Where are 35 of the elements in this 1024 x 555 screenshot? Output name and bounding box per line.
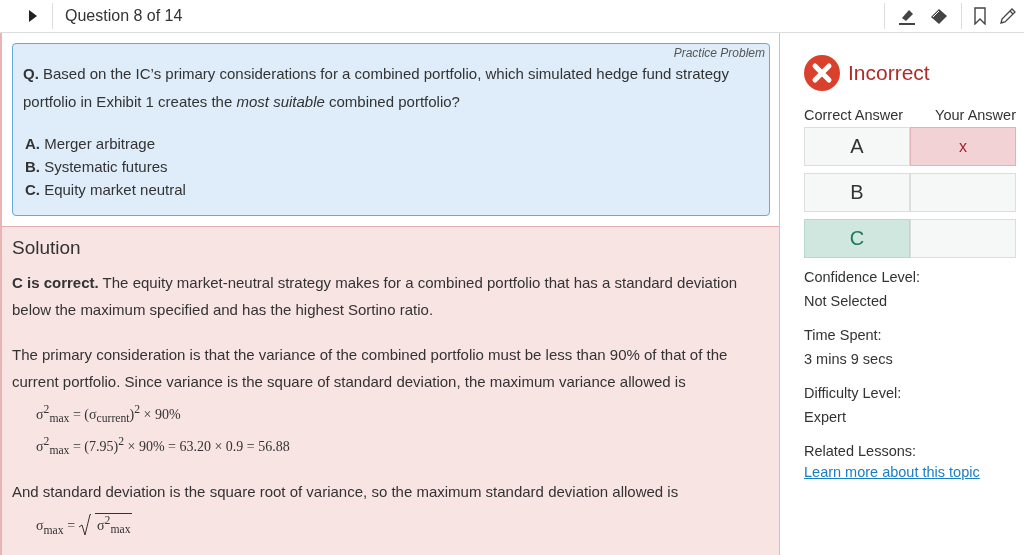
answer-option: A. Merger arbitrage bbox=[23, 132, 765, 155]
highlighter-icon[interactable] bbox=[897, 7, 917, 25]
eraser-icon[interactable] bbox=[929, 7, 949, 25]
correct-answer-cell: A bbox=[804, 127, 910, 166]
play-icon[interactable] bbox=[28, 10, 38, 22]
detail-value: 3 mins 9 secs bbox=[804, 350, 894, 369]
column-header: Your Answer bbox=[935, 107, 1016, 123]
radical-sign-icon bbox=[79, 514, 92, 537]
question-counter: Question 8 of 14 bbox=[65, 7, 183, 25]
lesson-link[interactable]: Learn more about this topic bbox=[804, 464, 980, 480]
your-answer-cell: x bbox=[910, 127, 1016, 166]
detail-label: Confidence Level: bbox=[804, 268, 922, 287]
detail-label: Related Lessons: bbox=[804, 442, 918, 461]
correct-answer-cell: B bbox=[804, 173, 910, 212]
detail-label: Time Spent: bbox=[804, 326, 883, 345]
question-text: Q. Based on the IC’s primary considerations for a combined portfolio, which simulated hedge fund strategy portfolio in Exhibit 1 creates the most suitable combined portfolio? bbox=[23, 64, 730, 112]
detail-value: Expert bbox=[804, 408, 847, 427]
column-header: Correct Answer bbox=[804, 107, 904, 123]
detail-value: Not Selected bbox=[804, 292, 889, 311]
answer-option: C. Equity market neutral bbox=[23, 178, 765, 201]
incorrect-icon bbox=[804, 55, 840, 91]
bookmark-icon[interactable] bbox=[974, 7, 986, 25]
result-status: Incorrect bbox=[848, 61, 930, 85]
answer-option: B. Systematic futures bbox=[23, 155, 765, 178]
detail-label: Difficulty Level: bbox=[804, 384, 903, 403]
equation: σ$^{2}$$_{max}$ = (σ$_{current}$)$^{2}$ × 90% bbox=[36, 403, 182, 426]
equation: σ$^{2}$$_{max}$ = (7.95)$^{2}$ × 90% = 63.20 × 0.9 = 56.88 bbox=[36, 435, 291, 458]
solution-paragraph: C is correct. The equity market-neutral strategy makes for a combined portfolio that has a standard deviation below the maximum specified and has the highest Sortino ratio. bbox=[12, 273, 739, 320]
pencil-icon[interactable] bbox=[998, 6, 1018, 26]
solution-paragraph: And standard deviation is the square root of variance, so the maximum standard deviation allowed is bbox=[12, 481, 680, 502]
correct-answer-cell: C bbox=[804, 219, 910, 258]
solution-paragraph: The primary consideration is that the variance of the combined portfolio must be less than 90% of that of the current portfolio. Since variance is the square of standard deviation, the maximum variance allowed is bbox=[12, 345, 729, 392]
practice-problem-label: Practice Problem bbox=[672, 46, 765, 60]
equation-lhs: σ$_{max}$ = bbox=[36, 517, 76, 537]
solution-heading: Solution bbox=[12, 237, 82, 259]
